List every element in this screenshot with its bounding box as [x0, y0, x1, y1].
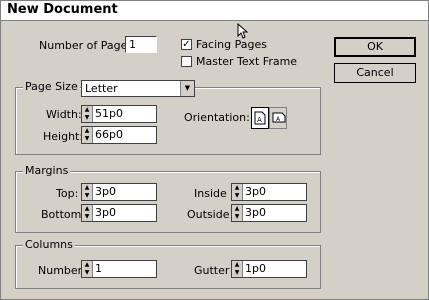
column-number-input[interactable]: ▲ ▼ 1 — [81, 260, 157, 278]
new-document-dialog: New Document Number of Pages: 1 ✓ Facing… — [0, 0, 429, 300]
svg-text:A: A — [257, 116, 262, 124]
inside-margin-label: Inside — [194, 187, 227, 200]
arrow-up-icon[interactable]: ▲ — [83, 184, 91, 191]
arrow-up-icon[interactable]: ▲ — [83, 261, 91, 268]
width-input[interactable]: ▲ ▼ 51p0 — [81, 105, 157, 123]
arrow-down-icon[interactable]: ▼ — [233, 213, 241, 220]
arrow-up-icon[interactable]: ▲ — [83, 205, 91, 212]
width-stepper[interactable]: ▲ ▼ — [82, 106, 93, 122]
height-stepper[interactable]: ▲ ▼ — [82, 127, 93, 143]
column-number-stepper[interactable]: ▲ ▼ — [82, 261, 93, 277]
gutter-value: 1p0 — [245, 262, 266, 275]
height-value: 66p0 — [95, 128, 123, 141]
height-label: Height: — [43, 130, 84, 143]
inside-margin-stepper[interactable]: ▲ ▼ — [232, 184, 243, 200]
outside-margin-input[interactable]: ▲ ▼ 3p0 — [231, 204, 307, 222]
facing-pages-checkbox[interactable]: ✓ — [181, 39, 192, 50]
master-text-frame-label[interactable]: Master Text Frame — [196, 55, 297, 68]
facing-pages-label[interactable]: Facing Pages — [196, 38, 267, 51]
gutter-stepper[interactable]: ▲ ▼ — [232, 261, 243, 277]
arrow-up-icon[interactable]: ▲ — [83, 106, 91, 113]
bottom-margin-input[interactable]: ▲ ▼ 3p0 — [81, 204, 157, 222]
arrow-down-icon[interactable]: ▼ — [83, 114, 91, 121]
outside-margin-label: Outside — [187, 208, 230, 221]
column-number-label: Number: — [38, 264, 86, 277]
margins-group — [15, 171, 321, 233]
page-size-label: Page Size — [23, 80, 80, 93]
chevron-down-icon[interactable]: ▼ — [180, 81, 194, 96]
arrow-down-icon[interactable]: ▼ — [233, 192, 241, 199]
arrow-up-icon[interactable]: ▲ — [233, 261, 241, 268]
landscape-icon: A — [272, 112, 286, 123]
outside-margin-stepper[interactable]: ▲ ▼ — [232, 205, 243, 221]
bottom-margin-value: 3p0 — [95, 206, 116, 219]
arrow-up-icon[interactable]: ▲ — [233, 184, 241, 191]
inside-margin-input[interactable]: ▲ ▼ 3p0 — [231, 183, 307, 201]
orientation-label: Orientation: — [184, 111, 250, 124]
height-input[interactable]: ▲ ▼ 66p0 — [81, 126, 157, 144]
arrow-down-icon[interactable]: ▼ — [83, 135, 91, 142]
outside-margin-value: 3p0 — [245, 206, 266, 219]
columns-label: Columns — [23, 238, 75, 251]
title-bar[interactable]: New Document — [1, 1, 428, 21]
cancel-button[interactable]: Cancel — [334, 63, 416, 83]
number-of-pages-label: Number of Pages: — [39, 39, 137, 52]
top-margin-stepper[interactable]: ▲ ▼ — [82, 184, 93, 200]
gutter-label: Gutter — [194, 264, 230, 277]
bottom-margin-label: Bottom: — [41, 208, 86, 221]
gutter-input[interactable]: ▲ ▼ 1p0 — [231, 260, 307, 278]
arrow-down-icon[interactable]: ▼ — [233, 269, 241, 276]
master-text-frame-checkbox[interactable] — [181, 56, 192, 67]
bottom-margin-stepper[interactable]: ▲ ▼ — [82, 205, 93, 221]
column-number-value: 1 — [95, 262, 102, 275]
arrow-down-icon[interactable]: ▼ — [83, 269, 91, 276]
inside-margin-value: 3p0 — [245, 185, 266, 198]
number-of-pages-input[interactable]: 1 — [125, 36, 157, 53]
top-margin-label: Top: — [56, 187, 79, 200]
mouse-cursor-icon — [237, 23, 249, 39]
width-value: 51p0 — [95, 107, 123, 120]
portrait-icon: A — [254, 111, 266, 125]
number-of-pages-value: 1 — [129, 38, 136, 51]
landscape-orientation-button[interactable]: A — [269, 107, 287, 129]
top-margin-input[interactable]: ▲ ▼ 3p0 — [81, 183, 157, 201]
margins-label: Margins — [23, 164, 71, 177]
ok-button[interactable]: OK — [334, 37, 416, 57]
page-size-selected: Letter — [85, 82, 118, 95]
arrow-up-icon[interactable]: ▲ — [233, 205, 241, 212]
page-size-select[interactable]: Letter ▼ — [81, 80, 195, 97]
window-title: New Document — [7, 2, 118, 17]
arrow-up-icon[interactable]: ▲ — [83, 127, 91, 134]
portrait-orientation-button[interactable]: A — [251, 107, 269, 129]
width-label: Width: — [46, 108, 82, 121]
arrow-down-icon[interactable]: ▼ — [83, 192, 91, 199]
arrow-down-icon[interactable]: ▼ — [83, 213, 91, 220]
top-margin-value: 3p0 — [95, 185, 116, 198]
